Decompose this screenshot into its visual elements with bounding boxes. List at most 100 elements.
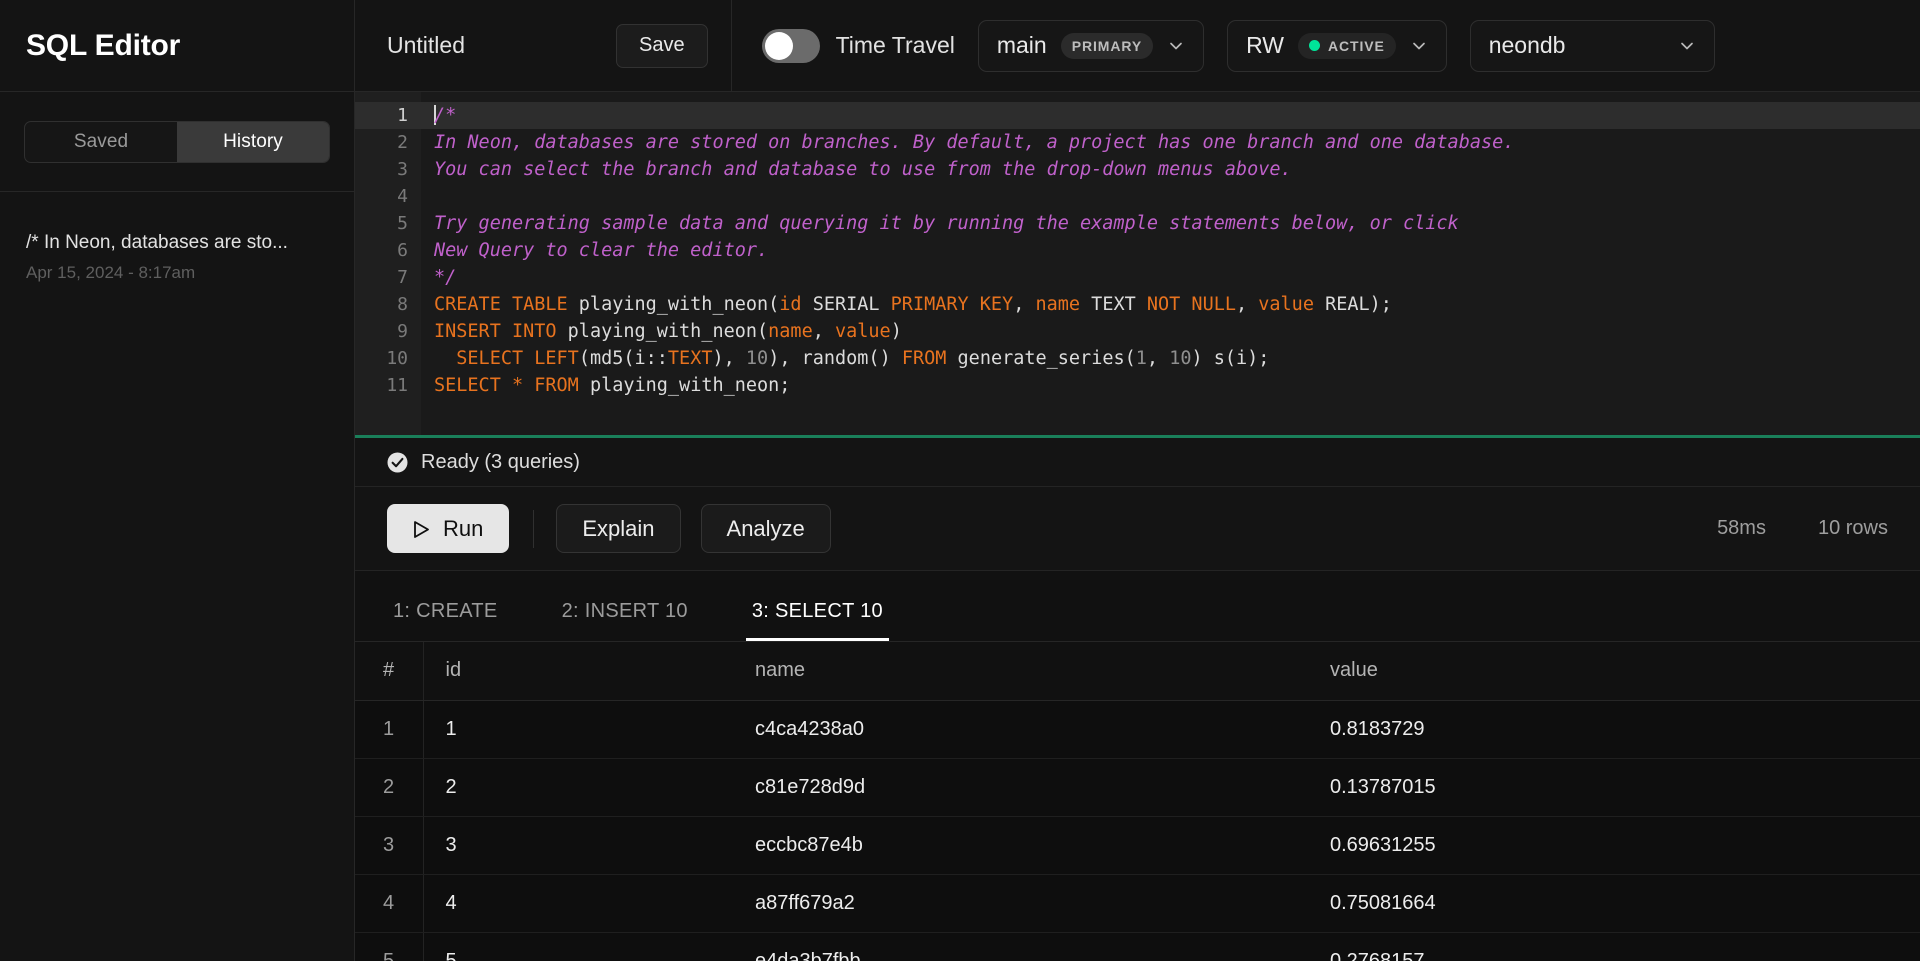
cell-rownum: 2	[355, 758, 423, 816]
save-button[interactable]: Save	[616, 24, 708, 68]
cell-id: 1	[423, 700, 733, 758]
code-line: CREATE TABLE playing_with_neon(id SERIAL…	[421, 291, 1920, 318]
action-divider	[533, 510, 534, 548]
line-number: 7	[355, 264, 421, 291]
query-duration: 58ms	[1717, 517, 1766, 540]
code-line: SELECT * FROM playing_with_neon;	[421, 372, 1920, 399]
saved-history-segmented-control: Saved History	[24, 121, 330, 163]
cell-rownum: 1	[355, 700, 423, 758]
query-row-count: 10 rows	[1818, 517, 1888, 540]
column-header-value: value	[1308, 642, 1920, 700]
line-number: 3	[355, 156, 421, 183]
line-number: 8	[355, 291, 421, 318]
time-travel-control: Time Travel	[762, 29, 955, 63]
toolbar-divider	[731, 0, 732, 92]
status-badge: ACTIVE	[1298, 33, 1396, 59]
line-number: 6	[355, 237, 421, 264]
sidebar: SQL Editor Saved History /* In Neon, dat…	[0, 0, 355, 961]
toggle-knob	[765, 32, 793, 60]
status-badge-label: ACTIVE	[1328, 38, 1385, 54]
result-tab-create[interactable]: 1: CREATE	[387, 600, 504, 641]
code-line: In Neon, databases are stored on branche…	[421, 129, 1920, 156]
cell-id: 5	[423, 932, 733, 961]
history-list-item[interactable]: /* In Neon, databases are sto... Apr 15,…	[0, 222, 354, 297]
chevron-down-icon	[1678, 37, 1696, 55]
chevron-down-icon	[1410, 37, 1428, 55]
cell-value: 0.69631255	[1308, 816, 1920, 874]
branch-selector[interactable]: main PRIMARY	[978, 20, 1204, 72]
code-line: INSERT INTO playing_with_neon(name, valu…	[421, 318, 1920, 345]
result-tab-select[interactable]: 3: SELECT 10	[746, 600, 889, 641]
analyze-button[interactable]: Analyze	[701, 504, 831, 553]
line-number: 1	[355, 102, 421, 129]
column-header-id: id	[423, 642, 733, 700]
line-number: 5	[355, 210, 421, 237]
result-table: # id name value 1 1 c4ca4238a0 0.8183729…	[355, 642, 1920, 961]
cell-name: eccbc87e4b	[733, 816, 1308, 874]
tab-saved[interactable]: Saved	[25, 122, 177, 162]
database-selector[interactable]: neondb	[1470, 20, 1715, 72]
table-row[interactable]: 3 3 eccbc87e4b 0.69631255	[355, 816, 1920, 874]
column-header-name: name	[733, 642, 1308, 700]
page-title: SQL Editor	[26, 29, 180, 63]
cell-rownum: 5	[355, 932, 423, 961]
history-list: /* In Neon, databases are sto... Apr 15,…	[0, 192, 354, 297]
result-tab-insert[interactable]: 2: INSERT 10	[556, 600, 694, 641]
code-content[interactable]: /* In Neon, databases are stored on bran…	[421, 92, 1920, 438]
line-number-gutter: 1 2 3 4 5 6 7 8 9 10 11	[355, 92, 421, 438]
code-line	[421, 183, 1920, 210]
query-action-bar: Run Explain Analyze 58ms 10 rows	[355, 487, 1920, 571]
status-dot-icon	[1309, 40, 1320, 51]
tab-history[interactable]: History	[177, 122, 329, 162]
result-table-head: # id name value	[355, 642, 1920, 700]
cell-id: 2	[423, 758, 733, 816]
sidebar-header: SQL Editor	[0, 0, 354, 92]
result-table-wrapper[interactable]: # id name value 1 1 c4ca4238a0 0.8183729…	[355, 642, 1920, 961]
play-icon	[413, 519, 430, 538]
time-travel-label: Time Travel	[836, 32, 955, 59]
table-row[interactable]: 2 2 c81e728d9d 0.13787015	[355, 758, 1920, 816]
branch-primary-badge: PRIMARY	[1061, 33, 1153, 59]
result-tabs: 1: CREATE 2: INSERT 10 3: SELECT 10	[355, 571, 1920, 642]
editor-accent-divider	[355, 435, 1920, 438]
cell-value: 0.8183729	[1308, 700, 1920, 758]
table-row[interactable]: 5 5 e4da3b7fbb 0.2768157	[355, 932, 1920, 961]
cell-name: c4ca4238a0	[733, 700, 1308, 758]
result-table-body: 1 1 c4ca4238a0 0.8183729 2 2 c81e728d9d …	[355, 700, 1920, 961]
cell-rownum: 4	[355, 874, 423, 932]
cell-name: a87ff679a2	[733, 874, 1308, 932]
sql-editor-app: SQL Editor Saved History /* In Neon, dat…	[0, 0, 1920, 961]
code-line: SELECT LEFT(md5(i::TEXT), 10), random() …	[421, 345, 1920, 372]
cell-name: c81e728d9d	[733, 758, 1308, 816]
line-number: 10	[355, 345, 421, 372]
column-header-rownum: #	[355, 642, 423, 700]
time-travel-toggle[interactable]	[762, 29, 820, 63]
editor-toolbar: Untitled Save Time Travel main PRIMARY R…	[355, 0, 1920, 92]
cell-value: 0.75081664	[1308, 874, 1920, 932]
endpoint-name: RW	[1246, 32, 1284, 59]
code-line: You can select the branch and database t…	[421, 156, 1920, 183]
line-number: 9	[355, 318, 421, 345]
sidebar-tabs: Saved History	[0, 92, 354, 192]
query-status-bar: Ready (3 queries)	[355, 438, 1920, 487]
chevron-down-icon	[1167, 37, 1185, 55]
cell-value: 0.13787015	[1308, 758, 1920, 816]
table-header-row: # id name value	[355, 642, 1920, 700]
explain-button[interactable]: Explain	[556, 504, 680, 553]
sql-code-editor[interactable]: 1 2 3 4 5 6 7 8 9 10 11 /* In Neon, data…	[355, 92, 1920, 438]
line-number: 11	[355, 372, 421, 399]
main-panel: Untitled Save Time Travel main PRIMARY R…	[355, 0, 1920, 961]
cell-id: 4	[423, 874, 733, 932]
cell-value: 0.2768157	[1308, 932, 1920, 961]
line-number: 4	[355, 183, 421, 210]
code-line: Try generating sample data and querying …	[421, 210, 1920, 237]
code-line: New Query to clear the editor.	[421, 237, 1920, 264]
table-row[interactable]: 4 4 a87ff679a2 0.75081664	[355, 874, 1920, 932]
branch-name: main	[997, 32, 1047, 59]
table-row[interactable]: 1 1 c4ca4238a0 0.8183729	[355, 700, 1920, 758]
run-button-label: Run	[443, 516, 483, 542]
compute-endpoint-selector[interactable]: RW ACTIVE	[1227, 20, 1447, 72]
cell-name: e4da3b7fbb	[733, 932, 1308, 961]
query-title[interactable]: Untitled	[373, 32, 479, 59]
run-button[interactable]: Run	[387, 504, 509, 553]
